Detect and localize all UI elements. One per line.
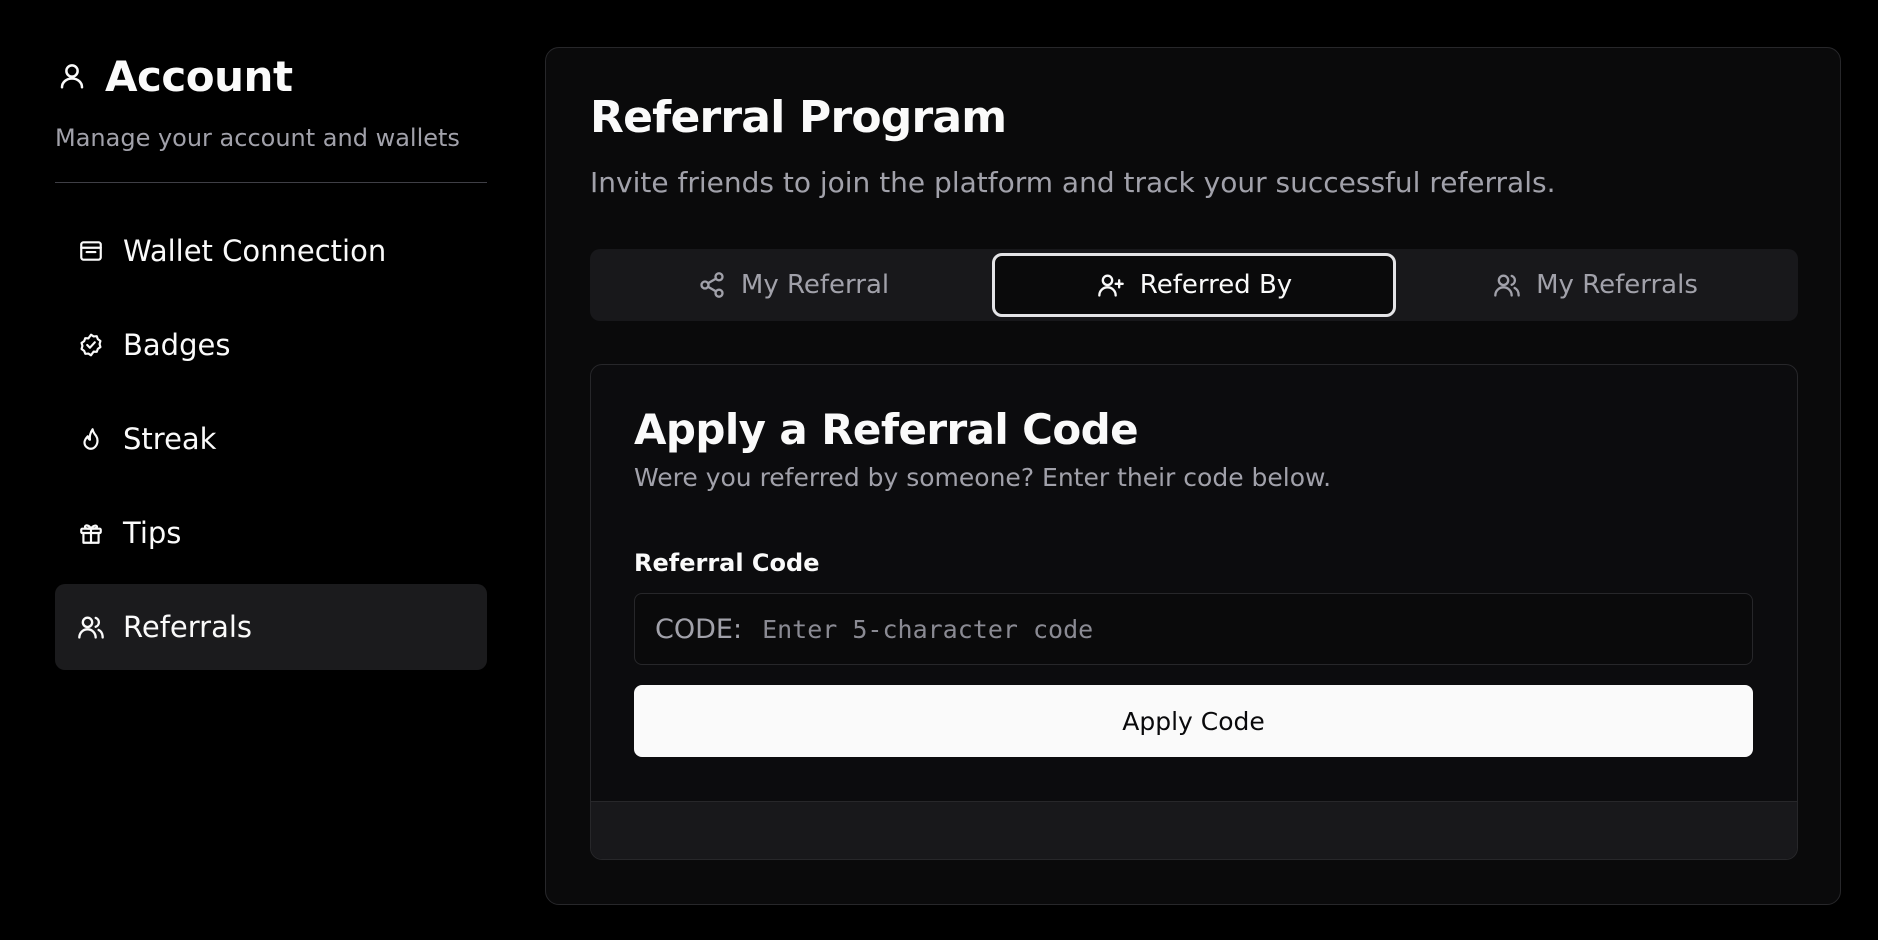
tab-referred-by[interactable]: Referred By (992, 253, 1396, 317)
apply-code-subtitle: Were you referred by someone? Enter thei… (634, 463, 1332, 492)
page-subtitle: Invite friends to join the platform and … (590, 166, 1556, 199)
sidebar-divider (55, 182, 487, 183)
sidebar-nav: Wallet Connection Badges Streak Tips Ref… (55, 208, 487, 670)
sidebar-item-label: Tips (123, 516, 182, 550)
code-prefix: CODE: (655, 613, 743, 645)
account-page: Account Manage your account and wallets … (0, 0, 1878, 940)
flame-icon (77, 425, 105, 453)
referral-program-card: Referral Program Invite friends to join … (545, 47, 1841, 905)
sidebar-item-tips[interactable]: Tips (55, 490, 487, 576)
card-footer (591, 801, 1797, 859)
referral-code-label: Referral Code (634, 549, 820, 577)
sidebar: Account Manage your account and wallets … (55, 48, 487, 670)
tab-label: Referred By (1139, 270, 1293, 300)
referral-code-input[interactable] (762, 594, 1752, 664)
gift-icon (77, 519, 105, 547)
user-plus-icon (1096, 270, 1126, 300)
page-title: Referral Program (590, 92, 1007, 143)
account-subtitle: Manage your account and wallets (55, 124, 460, 152)
tab-my-referrals[interactable]: My Referrals (1396, 253, 1794, 317)
wallet-icon (77, 237, 105, 265)
sidebar-item-badges[interactable]: Badges (55, 302, 487, 388)
referral-code-field[interactable]: CODE: (634, 593, 1753, 665)
sidebar-item-referrals[interactable]: Referrals (55, 584, 487, 670)
tab-my-referral[interactable]: My Referral (594, 253, 992, 317)
account-header: Account (55, 48, 487, 104)
apply-code-button[interactable]: Apply Code (634, 685, 1753, 757)
share-icon (697, 270, 727, 300)
tab-label: My Referral (740, 270, 890, 300)
users-icon (77, 613, 105, 641)
referral-tabs: My Referral Referred By My Referrals (590, 249, 1798, 321)
sidebar-item-label: Badges (123, 328, 231, 362)
apply-code-title: Apply a Referral Code (634, 405, 1139, 454)
tab-label: My Referrals (1536, 270, 1698, 300)
sidebar-item-streak[interactable]: Streak (55, 396, 487, 482)
sidebar-item-label: Streak (123, 422, 217, 456)
users-icon (1492, 270, 1522, 300)
badge-check-icon (77, 331, 105, 359)
sidebar-item-label: Wallet Connection (123, 234, 387, 268)
account-title: Account (105, 51, 293, 101)
sidebar-item-wallet-connection[interactable]: Wallet Connection (55, 208, 487, 294)
user-icon (55, 59, 89, 93)
sidebar-item-label: Referrals (123, 610, 253, 644)
apply-code-card: Apply a Referral Code Were you referred … (590, 364, 1798, 860)
